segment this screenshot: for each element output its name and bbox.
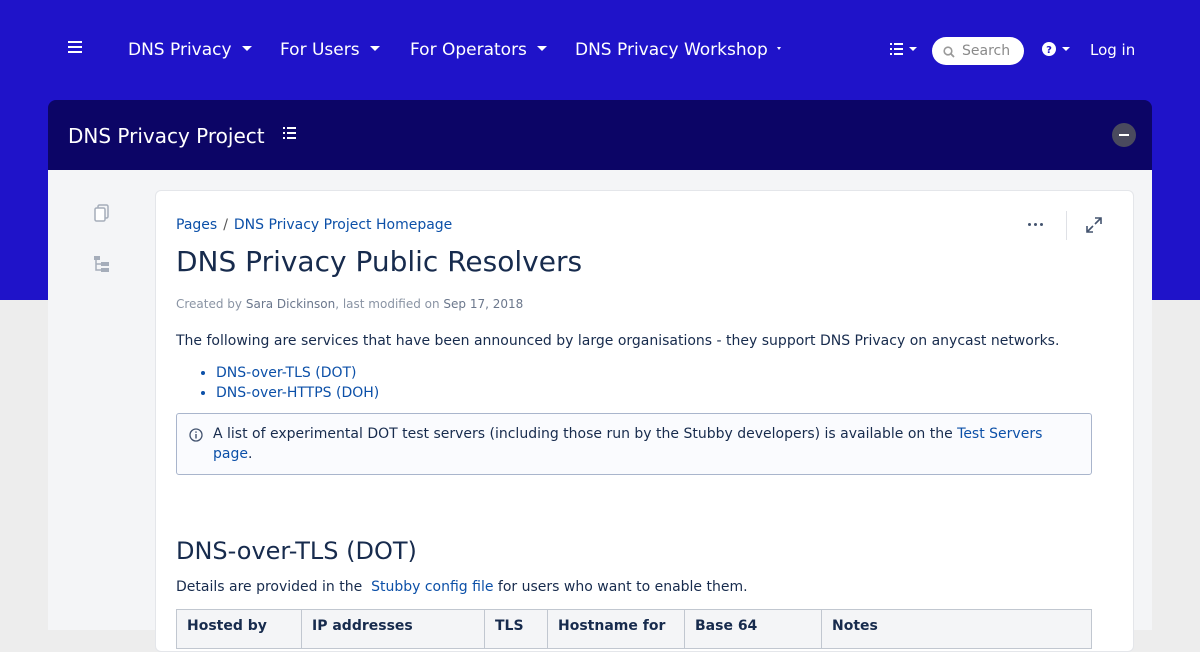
breadcrumb: Pages / DNS Privacy Project Homepage	[176, 217, 452, 233]
table-header-cell: Base 64	[684, 609, 822, 649]
details-suffix: for users who want to enable them.	[493, 579, 748, 595]
top-navigation: DNS Privacy For Users For Operators DNS …	[0, 0, 1200, 100]
space-title[interactable]: DNS Privacy Project	[68, 124, 265, 148]
details-prefix: Details are provided in the	[176, 579, 367, 595]
intro-paragraph: The following are services that have bee…	[176, 333, 1060, 349]
section-heading-dot: DNS-over-TLS (DOT)	[176, 537, 417, 565]
table-header-cell: IP addresses	[301, 609, 485, 649]
nav-dns-privacy[interactable]: DNS Privacy	[128, 40, 252, 60]
list-icon[interactable]	[890, 42, 918, 56]
nav-for-users[interactable]: For Users	[280, 40, 380, 60]
search-box[interactable]	[932, 37, 1024, 65]
breadcrumb-separator: /	[223, 217, 228, 233]
info-suffix: .	[247, 446, 253, 462]
hamburger-icon[interactable]	[68, 41, 82, 53]
list-item: DNS-over-TLS (DOT)	[216, 363, 379, 383]
login-link[interactable]: Log in	[1090, 41, 1135, 59]
caret-down-icon	[369, 45, 380, 51]
search-icon	[943, 46, 955, 58]
expand-icon[interactable]	[1086, 217, 1102, 233]
nav-label: For Users	[280, 40, 360, 60]
toc-link-dot[interactable]: DNS-over-TLS (DOT)	[216, 365, 357, 381]
info-icon	[189, 428, 203, 442]
space-header: DNS Privacy Project	[48, 100, 1152, 170]
page-byline: Created by Sara Dickinson, last modified…	[176, 297, 523, 311]
nav-label: DNS Privacy Workshop	[575, 40, 768, 60]
search-input[interactable]	[962, 41, 1018, 61]
breadcrumb-pages[interactable]: Pages	[176, 217, 217, 233]
nav-label: DNS Privacy	[128, 40, 232, 60]
left-sidebar	[48, 170, 155, 530]
list-item: DNS-over-HTTPS (DOH)	[216, 383, 379, 403]
table-header-cell: Hostname for	[547, 609, 685, 649]
hierarchy-icon[interactable]	[93, 255, 111, 273]
nav-dns-privacy-workshop[interactable]: DNS Privacy Workshop	[575, 40, 781, 60]
space-tree-icon[interactable]	[283, 126, 297, 140]
author-link[interactable]: Sara Dickinson	[246, 297, 335, 311]
modified-date-link[interactable]: Sep 17, 2018	[443, 297, 523, 311]
info-text: A list of experimental DOT test servers …	[213, 426, 953, 442]
created-by-label: Created by	[176, 297, 243, 311]
caret-down-icon	[241, 45, 252, 51]
pages-icon[interactable]	[93, 204, 111, 222]
modified-label: , last modified on	[335, 297, 440, 311]
nav-label: For Operators	[410, 40, 527, 60]
table-header-cell: Hosted by	[176, 609, 302, 649]
info-panel-text: A list of experimental DOT test servers …	[213, 424, 1073, 464]
nav-for-operators[interactable]: For Operators	[410, 40, 547, 60]
more-icon[interactable]	[1028, 223, 1044, 227]
svg-text:?: ?	[1046, 45, 1052, 56]
toc-list: DNS-over-TLS (DOT) DNS-over-HTTPS (DOH)	[196, 363, 379, 403]
page-card: Pages / DNS Privacy Project Homepage DNS P…	[155, 190, 1134, 652]
caret-down-icon	[776, 46, 781, 50]
help-icon[interactable]: ?	[1041, 41, 1073, 57]
details-paragraph: Details are provided in the Stubby confi…	[176, 579, 748, 595]
breadcrumb-homepage[interactable]: DNS Privacy Project Homepage	[234, 217, 452, 233]
divider	[1066, 211, 1067, 240]
page-title: DNS Privacy Public Resolvers	[176, 245, 583, 278]
toc-link-doh[interactable]: DNS-over-HTTPS (DOH)	[216, 385, 379, 401]
info-panel: A list of experimental DOT test servers …	[176, 413, 1092, 475]
table-header-cell: Notes	[821, 609, 1092, 649]
stubby-config-link[interactable]: Stubby config file	[371, 579, 493, 595]
table-header-row: Hosted by IP addresses TLS Hostname for …	[176, 609, 1092, 649]
table-header-cell: TLS	[484, 609, 548, 649]
resolvers-table: Hosted by IP addresses TLS Hostname for …	[176, 609, 1092, 649]
caret-down-icon	[536, 45, 547, 51]
collapse-icon[interactable]	[1112, 123, 1136, 147]
